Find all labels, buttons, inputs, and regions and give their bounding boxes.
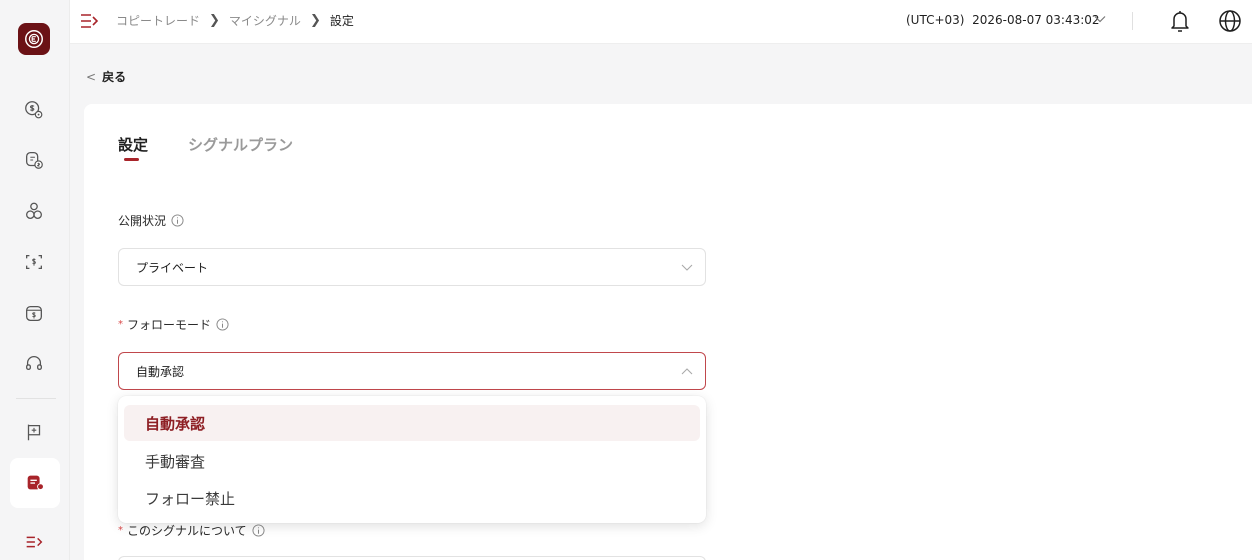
sidebar-item-copy-trade[interactable] [20,197,48,225]
chevron-down-icon[interactable] [1094,14,1106,24]
tab-settings[interactable]: 設定 [118,134,148,155]
follow-mode-value: 自動承認 [136,364,185,379]
headset-icon [26,355,42,371]
bell-icon[interactable] [1168,8,1192,34]
info-icon[interactable] [216,318,229,331]
follow-mode-dropdown: 自動承認 手動審査 フォロー禁止 [118,396,706,523]
visibility-label: 公開状況 [118,212,184,229]
chevron-left-icon: < [86,69,97,84]
follow-mode-label: * フォローモード [118,316,229,333]
back-label: 戻る [102,70,127,84]
info-icon[interactable] [171,214,184,227]
timezone-clock[interactable]: (UTC+03) 2026-08-07 03:43:02 [906,13,1100,27]
sidebar-item-transfer[interactable] [20,146,48,174]
wallet-icon [26,305,42,321]
sidebar-item-dollar-settings[interactable] [20,96,48,124]
logo-icon [25,30,43,48]
top-bar: コピートレード ❯ マイシグナル ❯ 設定 (UTC+03) 2026-08-0… [70,0,1252,44]
chevron-up-icon [681,368,693,375]
breadcrumb: コピートレード ❯ マイシグナル ❯ 設定 [116,12,354,29]
visibility-label-text: 公開状況 [118,214,167,228]
required-mark: * [118,319,123,330]
sidebar-item-flag[interactable] [20,418,48,446]
settings-card: 設定 シグナルプラン 公開状況 プライベート * フォローモード 自動承認 * … [84,104,1252,560]
info-icon[interactable] [252,524,265,537]
active-tab-indicator [124,158,139,161]
visibility-value: プライベート [136,260,209,275]
about-signal-label: * このシグナルについて [118,522,265,539]
signal-icon [27,475,44,491]
globe-icon[interactable] [1218,9,1242,33]
sidebar-item-support[interactable] [20,349,48,377]
back-link[interactable]: < 戻る [86,68,126,85]
option-auto-approve[interactable]: 自動承認 [124,405,700,441]
chevron-down-icon [681,264,693,271]
dollar-gear-icon [25,101,43,119]
chevron-right-icon: ❯ [309,13,321,28]
option-follow-disabled[interactable]: フォロー禁止 [124,480,700,516]
about-signal-input[interactable] [118,556,706,560]
flag-icon [27,424,41,441]
collapse-menu-icon[interactable] [80,12,100,30]
sidebar [0,0,70,560]
header-divider [1132,12,1133,30]
expand-menu-icon [26,536,43,548]
required-mark: * [118,525,123,536]
visibility-select[interactable]: プライベート [118,248,706,286]
option-manual-review[interactable]: 手動審査 [124,443,700,479]
follow-mode-select[interactable]: 自動承認 [118,352,706,390]
users-icon [26,202,42,219]
sidebar-divider [16,398,56,399]
breadcrumb-copy-trade[interactable]: コピートレード [116,12,200,29]
sidebar-item-wallet[interactable] [20,299,48,327]
breadcrumb-my-signals[interactable]: マイシグナル [229,12,301,29]
transfer-icon [26,152,43,169]
breadcrumb-current: 設定 [329,14,354,28]
chevron-right-icon: ❯ [209,13,220,28]
tab-signal-plan[interactable]: シグナルプラン [188,134,293,155]
sidebar-expand[interactable] [20,528,48,556]
about-signal-label-text: このシグナルについて [127,524,247,538]
sidebar-item-my-signals[interactable] [10,458,60,508]
brand-logo[interactable] [18,23,50,55]
follow-mode-label-text: フォローモード [127,318,212,332]
sidebar-item-scan[interactable] [20,248,48,276]
scan-icon [26,254,42,270]
